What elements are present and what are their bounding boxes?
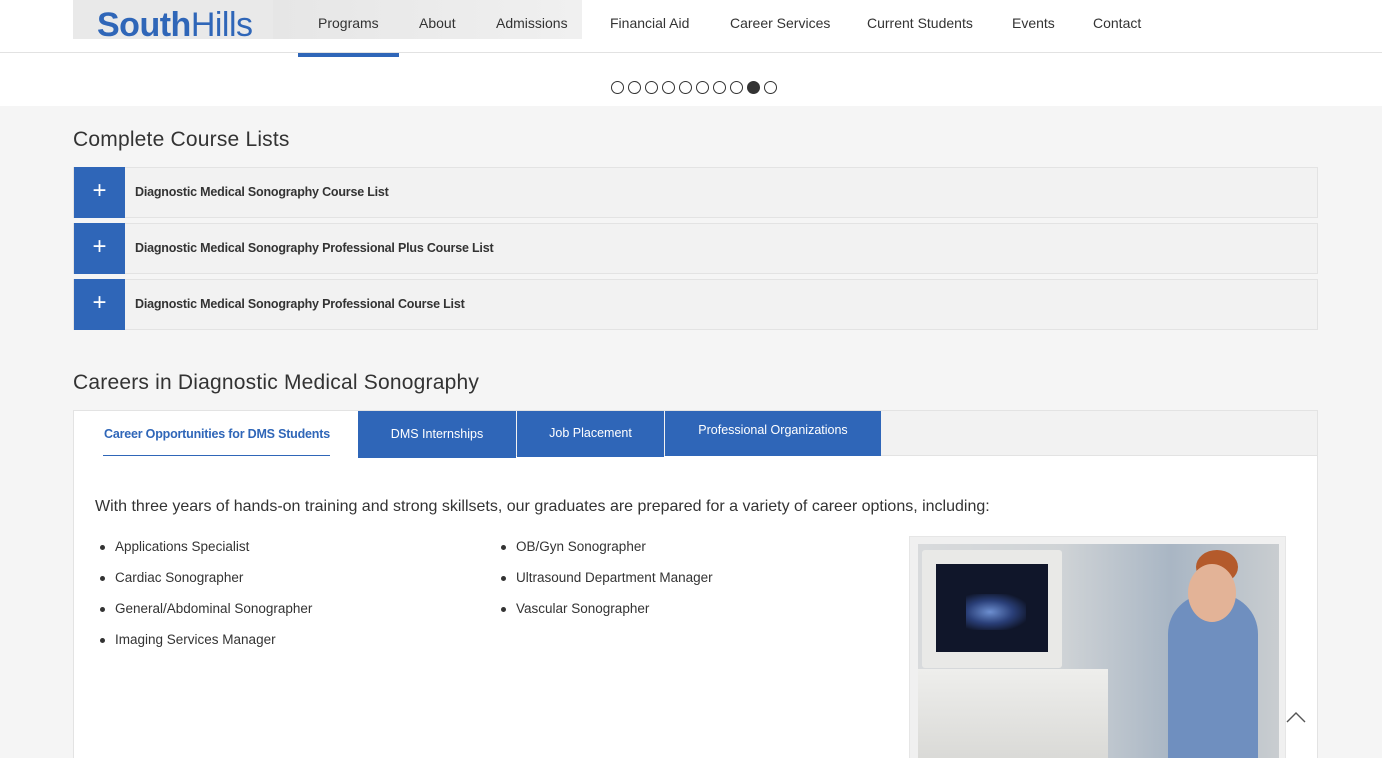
tab-career-opportunities[interactable]: Career Opportunities for DMS Students: [74, 411, 358, 457]
accordion-dms-professional-course-list[interactable]: + Diagnostic Medical Sonography Professi…: [73, 279, 1318, 330]
tab-dms-internships[interactable]: DMS Internships: [358, 411, 516, 458]
logo-light-text: Hills: [190, 6, 253, 44]
careers-intro-text: With three years of hands-on training an…: [95, 498, 990, 515]
nav-admissions[interactable]: Admissions: [496, 15, 568, 31]
chevron-up-icon[interactable]: [1285, 706, 1307, 728]
career-item: Applications Specialist: [74, 539, 312, 570]
nav-financial-aid[interactable]: Financial Aid: [610, 15, 689, 31]
sonographer-head-shape: [1188, 564, 1236, 622]
nav-active-indicator: [298, 53, 399, 57]
slider-dot[interactable]: [764, 81, 777, 94]
slider-dots: [611, 81, 777, 94]
nav-programs[interactable]: Programs: [318, 15, 379, 31]
slider-dot-active[interactable]: [747, 81, 760, 94]
south-hills-logo[interactable]: SouthHills: [97, 6, 253, 45]
nav-current-students[interactable]: Current Students: [867, 15, 973, 31]
slider-dot[interactable]: [611, 81, 624, 94]
tab-label[interactable]: Career Opportunities for DMS Students: [104, 427, 330, 441]
careers-title: Careers in Diagnostic Medical Sonography: [73, 371, 480, 394]
career-item: Vascular Sonographer: [475, 601, 713, 632]
slider-dot[interactable]: [713, 81, 726, 94]
slider-dot[interactable]: [679, 81, 692, 94]
plus-icon[interactable]: +: [74, 223, 125, 274]
career-item: Cardiac Sonographer: [74, 570, 312, 601]
career-item: Ultrasound Department Manager: [475, 570, 713, 601]
career-list-column-2: OB/Gyn Sonographer Ultrasound Department…: [475, 539, 713, 632]
accordion-label: Diagnostic Medical Sonography Profession…: [135, 241, 494, 255]
accordion-dms-course-list[interactable]: + Diagnostic Medical Sonography Course L…: [73, 167, 1318, 218]
nav-career-services[interactable]: Career Services: [730, 15, 830, 31]
slider-dot[interactable]: [696, 81, 709, 94]
accordion-label: Diagnostic Medical Sonography Profession…: [135, 297, 465, 311]
tab-job-placement[interactable]: Job Placement: [517, 411, 664, 457]
slider-dot[interactable]: [645, 81, 658, 94]
plus-icon[interactable]: +: [74, 279, 125, 330]
tab-professional-organizations[interactable]: Professional Organizations: [665, 411, 881, 456]
photo-frame: [909, 536, 1286, 758]
sonographer-photo: [918, 544, 1279, 758]
slider-dot[interactable]: [628, 81, 641, 94]
ultrasound-monitor-shape: [922, 550, 1062, 668]
accordion-dms-professional-plus-course-list[interactable]: + Diagnostic Medical Sonography Professi…: [73, 223, 1318, 274]
plus-icon[interactable]: +: [74, 167, 125, 218]
career-item: Imaging Services Manager: [74, 632, 312, 663]
course-lists-title: Complete Course Lists: [73, 128, 290, 151]
ultrasound-image-shape: [966, 594, 1026, 630]
logo-bold-text: South: [97, 6, 191, 44]
career-list-column-1: Applications Specialist Cardiac Sonograp…: [74, 539, 312, 663]
nav-divider: [0, 52, 1382, 53]
careers-tab-panel: Career Opportunities for DMS Students DM…: [73, 410, 1318, 758]
slider-dot[interactable]: [730, 81, 743, 94]
site-header: SouthHills Programs About Admissions Fin…: [0, 0, 1382, 106]
nav-about[interactable]: About: [419, 15, 456, 31]
nav-contact[interactable]: Contact: [1093, 15, 1141, 31]
ultrasound-console-shape: [918, 669, 1108, 758]
slider-dot[interactable]: [662, 81, 675, 94]
active-tab-underline: [103, 455, 330, 456]
career-item: General/Abdominal Sonographer: [74, 601, 312, 632]
accordion-label: Diagnostic Medical Sonography Course Lis…: [135, 185, 389, 199]
ultrasound-screen-shape: [936, 564, 1048, 652]
career-item: OB/Gyn Sonographer: [475, 539, 713, 570]
nav-events[interactable]: Events: [1012, 15, 1055, 31]
